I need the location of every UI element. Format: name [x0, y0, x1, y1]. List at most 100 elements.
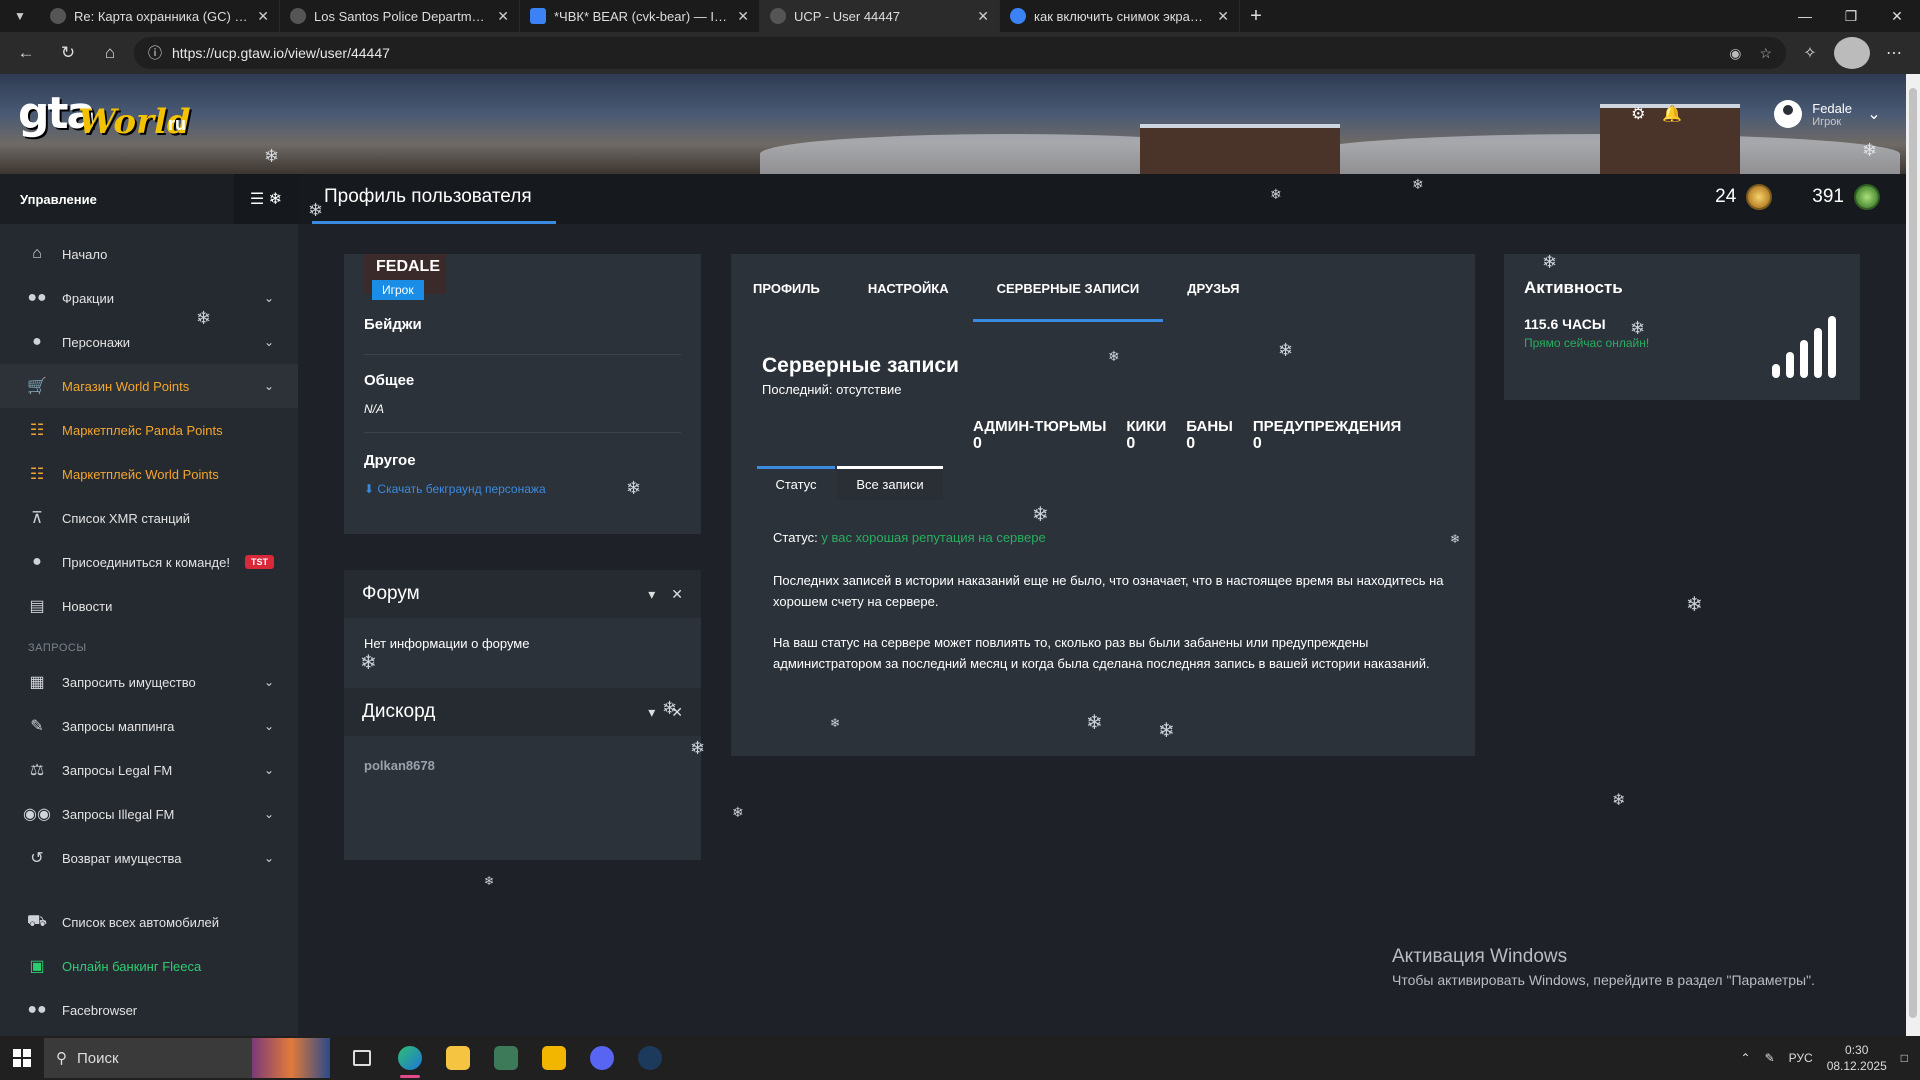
taskbar-search[interactable]: ⚲ Поиск	[44, 1038, 330, 1078]
snowflake-icon: ❄	[1278, 340, 1294, 360]
sidebar-item-world-marketplace[interactable]: ☷ Маркетплейс World Points	[0, 452, 298, 496]
tab-list-chevron-icon[interactable]: ▼	[0, 0, 40, 32]
sidebar-item-fleeca-banking[interactable]: ▣ Онлайн банкинг Fleeca	[0, 944, 298, 988]
download-icon: ⬇	[364, 482, 375, 496]
windows-activation-watermark: Активация Windows Чтобы активировать Win…	[1392, 946, 1815, 988]
users-icon: ●●	[27, 1001, 47, 1018]
tab-friends[interactable]: ДРУЗЬЯ	[1163, 254, 1263, 322]
site-info-icon[interactable]: ⓘ	[148, 43, 162, 63]
tab-server-records[interactable]: СЕРВЕРНЫЕ ЗАПИСИ	[972, 254, 1164, 322]
newspaper-icon: ▤	[29, 598, 45, 615]
close-icon[interactable]: ✕	[977, 8, 989, 25]
caret-down-icon[interactable]: ▾	[648, 586, 655, 603]
chevron-down-icon: ⌄	[263, 291, 274, 305]
profile-icon[interactable]	[1834, 37, 1870, 69]
coins-icon: ☷	[29, 422, 45, 439]
browser-tab-1[interactable]: Re: Карта охранника (GC) - Los S ✕	[40, 0, 280, 32]
sidebar-item-property-return[interactable]: ↺ Возврат имущества ⌄	[0, 836, 298, 880]
url-field[interactable]: ⓘ https://ucp.gtaw.io/view/user/44447 ◉ …	[134, 37, 1786, 69]
snowflake-icon: ❄	[1270, 186, 1282, 202]
scrollbar-thumb[interactable]	[1909, 88, 1917, 1018]
snowflake-icon: ❄	[1086, 712, 1103, 734]
sidebar-item-join-team[interactable]: ● Присоединиться к команде! TST	[0, 540, 298, 584]
restore-icon[interactable]: ❐	[1828, 0, 1874, 32]
favorite-star-icon[interactable]: ☆	[1759, 45, 1772, 62]
sidebar-item-factions[interactable]: ●● Фракции ⌄	[0, 276, 298, 320]
snowflake-icon: ❄	[264, 146, 280, 166]
pen-icon[interactable]: ✎	[1765, 1051, 1775, 1065]
bell-icon[interactable]: 🔔	[1660, 102, 1684, 126]
sidebar-item-characters[interactable]: ● Персонажи ⌄	[0, 320, 298, 364]
snowflake-icon: ❄	[1862, 140, 1878, 160]
gta-world-logo[interactable]: gta World ru	[18, 88, 198, 154]
caret-down-icon[interactable]: ▾	[648, 704, 655, 721]
general-title: Общее	[364, 372, 415, 389]
snowflake-icon: ❄	[830, 716, 841, 730]
minimize-icon[interactable]: —	[1782, 0, 1828, 32]
file-explorer-icon[interactable]	[434, 1036, 482, 1080]
task-view-icon[interactable]	[338, 1036, 386, 1080]
close-icon[interactable]: ✕	[257, 8, 269, 25]
new-tab-button[interactable]: +	[1240, 0, 1272, 32]
profile-tabs: ПРОФИЛЬ НАСТРОЙКА СЕРВЕРНЫЕ ЗАПИСИ ДРУЗЬ…	[731, 254, 1475, 322]
app-window-icon[interactable]	[482, 1036, 530, 1080]
sidebar-item-panda-marketplace[interactable]: ☷ Маркетплейс Panda Points	[0, 408, 298, 452]
sidebar-item-legal-fm[interactable]: ⚖ Запросы Legal FM ⌄	[0, 748, 298, 792]
close-icon[interactable]: ✕	[671, 586, 683, 603]
reload-icon[interactable]: ↻	[50, 37, 86, 69]
steam-icon[interactable]	[626, 1036, 674, 1080]
sidebar-item-world-points-shop[interactable]: 🛒 Магазин World Points ⌄	[0, 364, 298, 408]
close-icon[interactable]: ✕	[1217, 8, 1229, 25]
sidebar-item-xmr-stations[interactable]: ⊼ Список XMR станций	[0, 496, 298, 540]
sidebar-item-mapping-requests[interactable]: ✎ Запросы маппинга ⌄	[0, 704, 298, 748]
discord-icon[interactable]	[578, 1036, 626, 1080]
gear-icon[interactable]: ⚙	[1626, 102, 1650, 126]
sidebar-item-facebrowser[interactable]: ●● Facebrowser	[0, 988, 298, 1032]
back-arrow-icon[interactable]: ←	[8, 37, 44, 69]
browser-tab-5[interactable]: как включить снимок экрана - П ✕	[1000, 0, 1240, 32]
menu-hamburger-icon[interactable]: ☰ ❄	[234, 174, 298, 224]
header-stats: 24 391	[1715, 184, 1880, 210]
clock[interactable]: 0:30 08.12.2025	[1827, 1042, 1887, 1074]
browser-tab-2[interactable]: Los Santos Police Department - H ✕	[280, 0, 520, 32]
close-window-icon[interactable]: ✕	[1874, 0, 1920, 32]
avatar[interactable]	[1774, 100, 1803, 128]
stat-points[interactable]: 391	[1812, 184, 1880, 210]
home-icon[interactable]: ⌂	[92, 37, 128, 69]
chevron-down-icon[interactable]: ⌄	[1862, 102, 1886, 126]
web-page: gta World ru ⚙ 🔔 Fedale Игрок ⌄ Управлен…	[0, 74, 1906, 1036]
subtab-status[interactable]: Статус	[757, 466, 835, 500]
notifications-icon[interactable]: □	[1901, 1051, 1908, 1065]
browser-tab-3[interactable]: *ЧВК* BEAR (cvk-bear) — ImgBB ✕	[520, 0, 760, 32]
language-indicator[interactable]: РУС	[1789, 1051, 1813, 1065]
sidebar-item-vehicles[interactable]: ⛟ Список всех автомобилей	[0, 900, 298, 944]
tray-chevron-up-icon[interactable]: ⌃	[1741, 1051, 1751, 1065]
tab-title: Re: Карта охранника (GC) - Los S	[74, 8, 250, 24]
sidebar-item-home[interactable]: ⌂ Начало	[0, 232, 298, 276]
windows-logo-icon	[13, 1049, 31, 1067]
badges-title: Бейджи	[364, 316, 422, 333]
profile-card: FEDALE Игрок Бейджи Общее N/A Другое ⬇ С…	[344, 254, 701, 534]
tab-profile[interactable]: ПРОФИЛЬ	[753, 254, 844, 322]
reader-icon[interactable]: ◉	[1729, 45, 1741, 62]
sidebar-item-news[interactable]: ▤ Новости	[0, 584, 298, 628]
status-line: Статус: у вас хорошая репутация на серве…	[773, 530, 1046, 545]
edge-browser-icon[interactable]	[386, 1036, 434, 1080]
tab-settings[interactable]: НАСТРОЙКА	[844, 254, 973, 322]
extensions-icon[interactable]: ✧	[1792, 37, 1828, 69]
page-scrollbar[interactable]	[1906, 74, 1920, 1036]
close-icon[interactable]: ✕	[497, 8, 509, 25]
counter-kicks: КИКИ 0	[1126, 418, 1167, 452]
user-menu[interactable]: ⚙ 🔔 Fedale Игрок ⌄	[1626, 100, 1886, 128]
records-title: Серверные записи	[762, 354, 959, 377]
close-icon[interactable]: ✕	[737, 8, 749, 25]
browser-tab-4[interactable]: UCP - User 44447 ✕	[760, 0, 1000, 32]
more-menu-icon[interactable]: ⋯	[1876, 37, 1912, 69]
sidebar-item-request-property[interactable]: ▦ Запросить имущество ⌄	[0, 660, 298, 704]
download-background-link[interactable]: ⬇ Скачать бекграунд персонажа	[364, 482, 546, 496]
start-button[interactable]	[0, 1036, 44, 1080]
stat-badges[interactable]: 24	[1715, 184, 1773, 210]
subtab-all-records[interactable]: Все записи	[837, 466, 943, 500]
rockstar-launcher-icon[interactable]	[530, 1036, 578, 1080]
sidebar-item-illegal-fm[interactable]: ◉◉ Запросы Illegal FM ⌄	[0, 792, 298, 836]
